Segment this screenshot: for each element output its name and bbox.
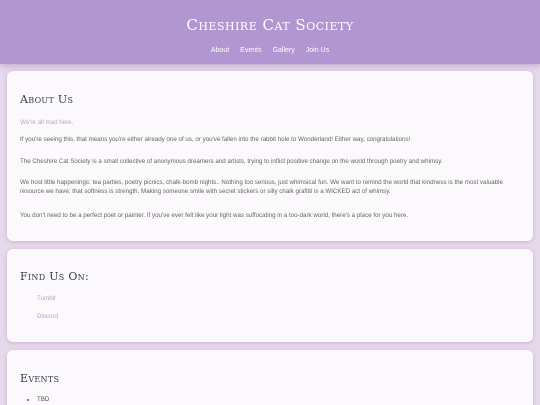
about-heading: About Us xyxy=(20,93,74,106)
about-tagline: We're all mad here. xyxy=(20,119,74,126)
find-us-section: Find Us On: Tumblr Discord xyxy=(7,249,533,342)
tumblr-link[interactable]: Tumblr xyxy=(37,295,56,302)
event-item: TBD xyxy=(37,396,49,403)
site-header: Cheshire Cat Society About Events Galler… xyxy=(0,0,540,64)
events-heading: Events xyxy=(20,372,60,385)
events-list: TBD xyxy=(20,396,49,403)
about-paragraph-3: We host little happenings: tea parties, … xyxy=(20,179,503,195)
about-section: About Us We're all mad here. If you're s… xyxy=(7,71,533,241)
site-title: Cheshire Cat Society xyxy=(186,16,354,34)
nav-about-link[interactable]: About xyxy=(211,47,229,54)
nav-join-us-link[interactable]: Join Us xyxy=(306,47,329,54)
nav-gallery-link[interactable]: Gallery xyxy=(273,47,295,54)
about-paragraph-1: If you're seeing this, that means you're… xyxy=(20,136,411,143)
about-paragraph-4: You don't need to be a perfect poet or p… xyxy=(20,212,409,219)
about-paragraph-2: The Cheshire Cat Society is a small coll… xyxy=(20,158,443,165)
events-section: Events TBD xyxy=(7,350,533,405)
main-nav: About Events Gallery Join Us xyxy=(0,47,540,54)
find-us-heading: Find Us On: xyxy=(20,270,89,283)
nav-events-link[interactable]: Events xyxy=(240,47,261,54)
discord-link[interactable]: Discord xyxy=(37,313,58,320)
